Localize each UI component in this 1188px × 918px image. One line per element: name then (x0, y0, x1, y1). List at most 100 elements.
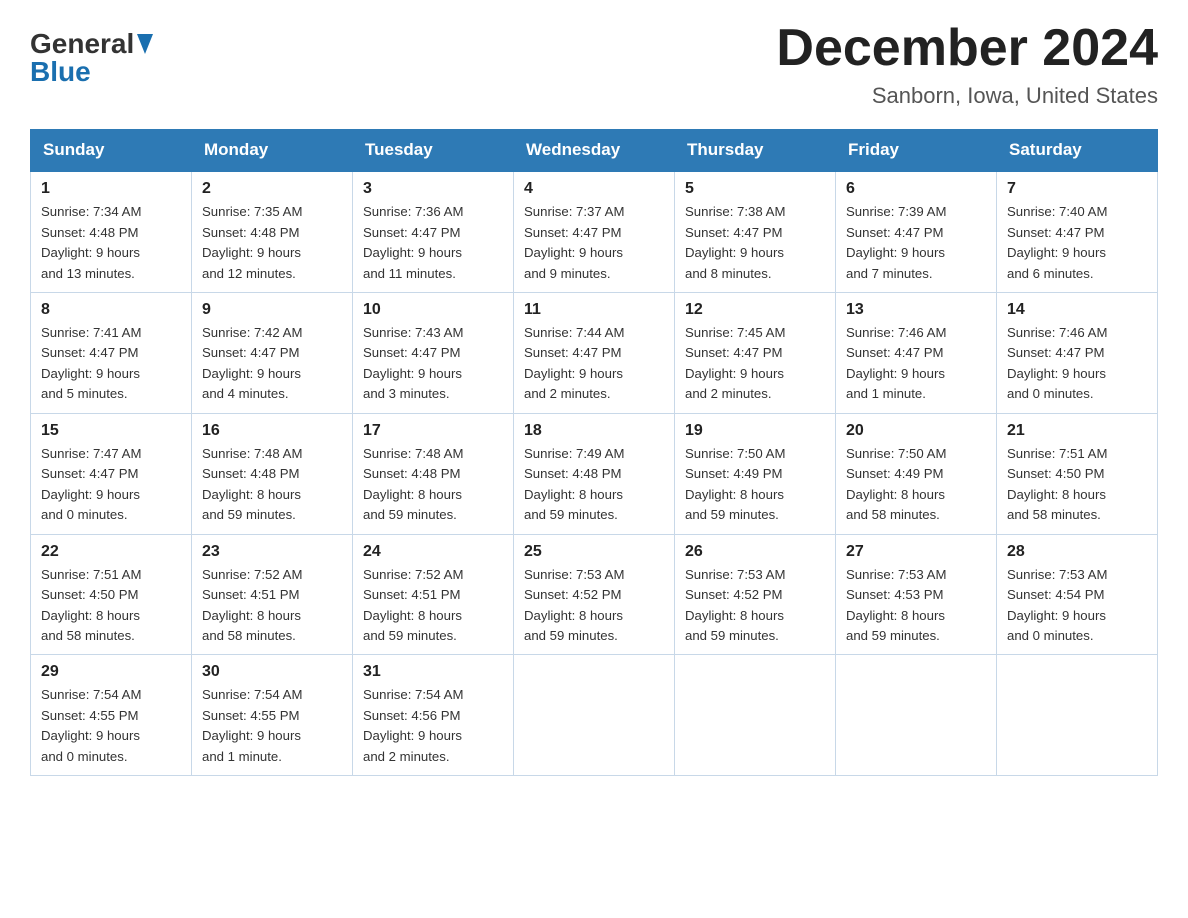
day-number: 24 (363, 543, 503, 561)
calendar-cell: 6Sunrise: 7:39 AMSunset: 4:47 PMDaylight… (836, 171, 997, 292)
day-header-sunday: Sunday (31, 130, 192, 172)
calendar-cell: 23Sunrise: 7:52 AMSunset: 4:51 PMDayligh… (192, 534, 353, 655)
day-header-friday: Friday (836, 130, 997, 172)
calendar-cell: 10 Sunrise: 7:43 AMSunset: 4:47 PMDayligh… (353, 293, 514, 414)
day-info: Sunrise: 7:36 AMSunset: 4:47 PMDaylight:… (363, 204, 463, 280)
day-header-thursday: Thursday (675, 130, 836, 172)
day-info: Sunrise: 7:52 AMSunset: 4:51 PMDaylight:… (363, 567, 463, 643)
calendar-cell: 25 Sunrise: 7:53 AMSunset: 4:52 PMDayligh… (514, 534, 675, 655)
day-number: 3 (363, 180, 503, 198)
day-number: 29 (41, 663, 181, 681)
day-info: Sunrise: 7:48 AMSunset: 4:48 PMDaylight:… (202, 446, 302, 522)
day-number: 25 (524, 543, 664, 561)
day-info: Sunrise: 7:44 AMSunset: 4:47 PMDaylight:… (524, 325, 624, 401)
day-info: Sunrise: 7:50 AMSunset: 4:49 PMDaylight:… (846, 446, 946, 522)
calendar-week-2: 8 Sunrise: 7:41 AMSunset: 4:47 PMDaylight… (31, 293, 1158, 414)
day-info: Sunrise: 7:53 AMSunset: 4:52 PMDaylight:… (685, 567, 785, 643)
logo-triangle-icon (137, 31, 153, 59)
calendar-week-5: 29 Sunrise: 7:54 AMSunset: 4:55 PMDayligh… (31, 655, 1158, 776)
logo-general: General (30, 30, 153, 58)
day-number: 14 (1007, 301, 1147, 319)
calendar-cell: 27Sunrise: 7:53 AMSunset: 4:53 PMDayligh… (836, 534, 997, 655)
day-info: Sunrise: 7:51 AMSunset: 4:50 PMDaylight:… (41, 567, 141, 643)
day-number: 12 (685, 301, 825, 319)
day-header-wednesday: Wednesday (514, 130, 675, 172)
day-info: Sunrise: 7:54 AMSunset: 4:55 PMDaylight:… (41, 687, 141, 763)
calendar-cell: 12 Sunrise: 7:45 AMSunset: 4:47 PMDayligh… (675, 293, 836, 414)
day-header-tuesday: Tuesday (353, 130, 514, 172)
calendar-header: SundayMondayTuesdayWednesdayThursdayFrid… (31, 130, 1158, 172)
day-number: 2 (202, 180, 342, 198)
calendar-cell: 16 Sunrise: 7:48 AMSunset: 4:48 PMDayligh… (192, 413, 353, 534)
calendar-cell: 1Sunrise: 7:34 AMSunset: 4:48 PMDaylight… (31, 171, 192, 292)
day-info: Sunrise: 7:51 AMSunset: 4:50 PMDaylight:… (1007, 446, 1107, 522)
calendar-cell: 21 Sunrise: 7:51 AMSunset: 4:50 PMDayligh… (997, 413, 1158, 534)
calendar-cell: 29 Sunrise: 7:54 AMSunset: 4:55 PMDayligh… (31, 655, 192, 776)
day-info: Sunrise: 7:48 AMSunset: 4:48 PMDaylight:… (363, 446, 463, 522)
day-number: 10 (363, 301, 503, 319)
day-number: 30 (202, 663, 342, 681)
calendar-cell: 4 Sunrise: 7:37 AMSunset: 4:47 PMDaylight… (514, 171, 675, 292)
day-number: 11 (524, 301, 664, 319)
calendar-table: SundayMondayTuesdayWednesdayThursdayFrid… (30, 129, 1158, 776)
title-block: December 2024 Sanborn, Iowa, United Stat… (776, 20, 1158, 109)
day-number: 17 (363, 422, 503, 440)
day-header-monday: Monday (192, 130, 353, 172)
calendar-cell: 19Sunrise: 7:50 AMSunset: 4:49 PMDayligh… (675, 413, 836, 534)
day-info: Sunrise: 7:54 AMSunset: 4:55 PMDaylight:… (202, 687, 302, 763)
calendar-cell: 20 Sunrise: 7:50 AMSunset: 4:49 PMDayligh… (836, 413, 997, 534)
day-info: Sunrise: 7:53 AMSunset: 4:54 PMDaylight:… (1007, 567, 1107, 643)
day-info: Sunrise: 7:38 AMSunset: 4:47 PMDaylight:… (685, 204, 785, 280)
day-number: 31 (363, 663, 503, 681)
day-number: 15 (41, 422, 181, 440)
day-info: Sunrise: 7:41 AMSunset: 4:47 PMDaylight:… (41, 325, 141, 401)
day-info: Sunrise: 7:42 AMSunset: 4:47 PMDaylight:… (202, 325, 302, 401)
calendar-cell: 5 Sunrise: 7:38 AMSunset: 4:47 PMDaylight… (675, 171, 836, 292)
calendar-cell: 13 Sunrise: 7:46 AMSunset: 4:47 PMDayligh… (836, 293, 997, 414)
calendar-cell: 28Sunrise: 7:53 AMSunset: 4:54 PMDayligh… (997, 534, 1158, 655)
day-number: 21 (1007, 422, 1147, 440)
calendar-cell: 26Sunrise: 7:53 AMSunset: 4:52 PMDayligh… (675, 534, 836, 655)
day-info: Sunrise: 7:49 AMSunset: 4:48 PMDaylight:… (524, 446, 624, 522)
calendar-cell: 30 Sunrise: 7:54 AMSunset: 4:55 PMDayligh… (192, 655, 353, 776)
calendar-cell: 3 Sunrise: 7:36 AMSunset: 4:47 PMDaylight… (353, 171, 514, 292)
day-number: 7 (1007, 180, 1147, 198)
day-number: 13 (846, 301, 986, 319)
calendar-cell: 17 Sunrise: 7:48 AMSunset: 4:48 PMDayligh… (353, 413, 514, 534)
day-info: Sunrise: 7:37 AMSunset: 4:47 PMDaylight:… (524, 204, 624, 280)
page-header: General Blue December 2024 Sanborn, Iowa… (30, 20, 1158, 109)
calendar-cell: 8 Sunrise: 7:41 AMSunset: 4:47 PMDaylight… (31, 293, 192, 414)
calendar-cell: 11 Sunrise: 7:44 AMSunset: 4:47 PMDayligh… (514, 293, 675, 414)
day-number: 5 (685, 180, 825, 198)
month-title: December 2024 (776, 20, 1158, 77)
day-number: 20 (846, 422, 986, 440)
day-info: Sunrise: 7:46 AMSunset: 4:47 PMDaylight:… (846, 325, 946, 401)
day-number: 9 (202, 301, 342, 319)
calendar-cell: 18 Sunrise: 7:49 AMSunset: 4:48 PMDayligh… (514, 413, 675, 534)
day-number: 19 (685, 422, 825, 440)
day-info: Sunrise: 7:54 AMSunset: 4:56 PMDaylight:… (363, 687, 463, 763)
day-info: Sunrise: 7:46 AMSunset: 4:47 PMDaylight:… (1007, 325, 1107, 401)
calendar-cell: 2Sunrise: 7:35 AMSunset: 4:48 PMDaylight… (192, 171, 353, 292)
calendar-week-1: 1Sunrise: 7:34 AMSunset: 4:48 PMDaylight… (31, 171, 1158, 292)
day-header-saturday: Saturday (997, 130, 1158, 172)
day-info: Sunrise: 7:53 AMSunset: 4:53 PMDaylight:… (846, 567, 946, 643)
day-number: 18 (524, 422, 664, 440)
day-info: Sunrise: 7:39 AMSunset: 4:47 PMDaylight:… (846, 204, 946, 280)
day-number: 4 (524, 180, 664, 198)
logo: General Blue (30, 20, 153, 86)
calendar-cell: 7Sunrise: 7:40 AMSunset: 4:47 PMDaylight… (997, 171, 1158, 292)
day-number: 1 (41, 180, 181, 198)
calendar-cell: 22Sunrise: 7:51 AMSunset: 4:50 PMDayligh… (31, 534, 192, 655)
day-number: 8 (41, 301, 181, 319)
calendar-cell (514, 655, 675, 776)
day-info: Sunrise: 7:45 AMSunset: 4:47 PMDaylight:… (685, 325, 785, 401)
calendar-cell (675, 655, 836, 776)
day-info: Sunrise: 7:53 AMSunset: 4:52 PMDaylight:… (524, 567, 624, 643)
day-number: 23 (202, 543, 342, 561)
calendar-cell (836, 655, 997, 776)
day-info: Sunrise: 7:43 AMSunset: 4:47 PMDaylight:… (363, 325, 463, 401)
calendar-week-4: 22Sunrise: 7:51 AMSunset: 4:50 PMDayligh… (31, 534, 1158, 655)
day-number: 16 (202, 422, 342, 440)
calendar-cell: 15Sunrise: 7:47 AMSunset: 4:47 PMDayligh… (31, 413, 192, 534)
